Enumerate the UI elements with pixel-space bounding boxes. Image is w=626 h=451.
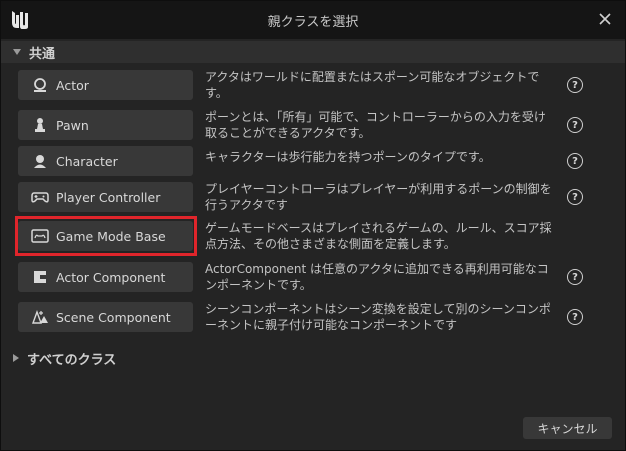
class-row-actor-component: Actor Component ActorComponent は任意のアクタに追… — [1, 259, 625, 295]
scene-component-class-button[interactable]: Scene Component — [18, 302, 193, 332]
help-icon[interactable]: ? — [567, 189, 583, 205]
help-icon[interactable]: ? — [567, 117, 583, 133]
actor-class-label: Actor — [56, 77, 89, 93]
actor-description: アクタはワールドに配置またはスポーン可能なオブジェクトです。 — [205, 70, 540, 100]
pawn-class-button[interactable]: Pawn — [18, 110, 193, 140]
actor-component-description: ActorComponent は任意のアクタに追加できる再利用可能なコンポーネン… — [205, 262, 549, 292]
help-icon[interactable]: ? — [567, 269, 583, 285]
dialog-title: 親クラスを選択 — [267, 14, 359, 30]
character-class-button[interactable]: Character — [18, 146, 193, 176]
section-common[interactable]: 共通 — [1, 41, 625, 63]
character-class-label: Character — [56, 153, 118, 169]
gamepad-icon — [31, 188, 49, 206]
pick-parent-class-dialog: 親クラスを選択 共通 Actor アクタはワールドに配置またはスポーン可能なオブ… — [0, 0, 626, 451]
expand-arrow-icon[interactable] — [13, 354, 19, 362]
player-controller-class-label: Player Controller — [56, 189, 161, 205]
class-row-scene-component: Scene Component シーンコンポーネントはシーン変換を設定して別のシ… — [1, 299, 625, 335]
character-description: キャラクターは歩行能力を持つポーンのタイプです。 — [205, 150, 491, 164]
class-row-player-controller: Player Controller プレイヤーコントローラはプレイヤーが利用する… — [1, 179, 625, 215]
section-common-label: 共通 — [29, 46, 56, 62]
collapse-arrow-icon[interactable] — [13, 49, 21, 55]
scene-component-class-label: Scene Component — [56, 309, 171, 325]
scene-component-icon — [31, 308, 49, 326]
pawn-icon — [31, 116, 49, 134]
class-row-character: Character キャラクターは歩行能力を持つポーンのタイプです。 ? — [1, 143, 625, 179]
actor-class-button[interactable]: Actor — [18, 70, 193, 100]
title-bar: 親クラスを選択 — [1, 1, 625, 39]
help-icon[interactable]: ? — [567, 77, 583, 93]
pawn-description: ポーンとは、「所有」可能で、コントローラーからの入力を受け取ることができるアクタ… — [205, 110, 546, 140]
component-icon — [31, 268, 49, 286]
player-controller-class-button[interactable]: Player Controller — [18, 182, 193, 212]
scene-component-description: シーンコンポーネントはシーン変換を設定して別のシーンコンポーネントに親子付け可能… — [205, 302, 551, 332]
unreal-logo-icon — [12, 11, 28, 29]
cancel-button[interactable]: キャンセル — [523, 417, 612, 439]
class-row-pawn: Pawn ポーンとは、「所有」可能で、コントローラーからの入力を受け取ることがで… — [1, 107, 625, 143]
section-all-classes-label: すべてのクラス — [27, 352, 117, 368]
selection-highlight — [15, 216, 197, 256]
section-all-classes[interactable]: すべてのクラス — [1, 347, 625, 369]
class-row-actor: Actor アクタはワールドに配置またはスポーン可能なオブジェクトです。 ? — [1, 67, 625, 103]
game-mode-base-description: ゲームモードベースはプレイされるゲームの、ルール、スコア採点方法、その他さまざま… — [205, 221, 552, 251]
help-icon[interactable]: ? — [567, 153, 583, 169]
character-icon — [31, 152, 49, 170]
actor-component-class-button[interactable]: Actor Component — [18, 262, 193, 292]
close-icon[interactable] — [597, 11, 613, 27]
actor-icon — [31, 76, 49, 94]
help-icon[interactable]: ? — [567, 309, 583, 325]
pawn-class-label: Pawn — [56, 117, 89, 133]
player-controller-description: プレイヤーコントローラはプレイヤーが利用するポーンの制御を行うアクタです — [205, 182, 552, 212]
actor-component-class-label: Actor Component — [56, 269, 166, 285]
